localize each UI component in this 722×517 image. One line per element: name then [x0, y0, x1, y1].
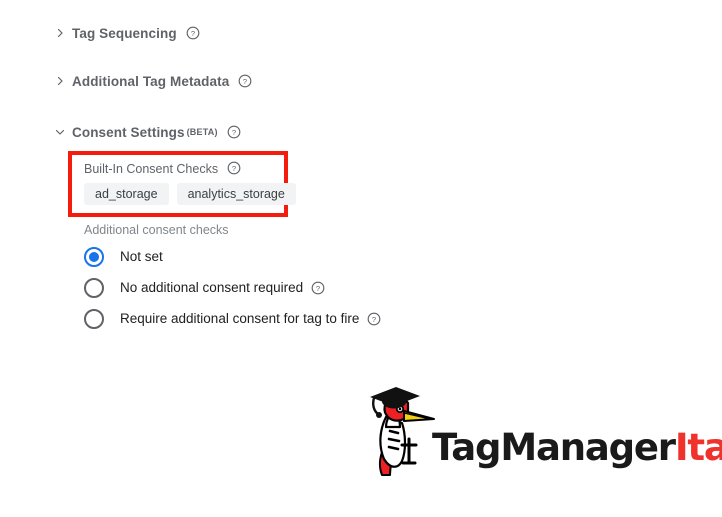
section-header-consent-settings[interactable]: Consent Settings (BETA) ?	[48, 121, 241, 143]
radio-option-no-additional-consent-required[interactable]: No additional consent required ?	[84, 272, 381, 303]
logo-text-italia: Italia	[674, 426, 722, 469]
section-title-consent-settings: Consent Settings	[72, 124, 185, 140]
additional-consent-checks-label: Additional consent checks	[84, 223, 229, 237]
builtin-consent-chip-list: ad_storage analytics_storage	[84, 183, 296, 205]
builtin-consent-checks-label: Built-In Consent Checks	[84, 162, 219, 176]
logo-wordmark: TagManagerItalia	[432, 429, 722, 466]
chevron-right-icon	[48, 27, 72, 39]
help-icon[interactable]: ?	[311, 281, 325, 295]
help-icon[interactable]: ?	[367, 312, 381, 326]
section-title-additional-tag-metadata: Additional Tag Metadata	[72, 73, 230, 89]
svg-text:?: ?	[243, 77, 247, 86]
radio-label-not-set: Not set	[120, 249, 163, 264]
builtin-consent-checks-label-group: Built-In Consent Checks ?	[84, 160, 241, 178]
radio-button-require-additional-consent[interactable]	[84, 308, 104, 329]
help-icon[interactable]: ?	[186, 26, 200, 40]
radio-button-not-set[interactable]	[84, 246, 104, 267]
woodpecker-graduate-icon	[362, 383, 438, 479]
svg-text:?: ?	[232, 164, 236, 173]
section-header-additional-tag-metadata[interactable]: Additional Tag Metadata ?	[48, 70, 252, 92]
svg-text:?: ?	[372, 314, 376, 323]
radio-label-require-additional-consent: Require additional consent for tag to fi…	[120, 311, 360, 326]
tagmanageritalia-logo: TagManagerItalia	[362, 383, 722, 479]
radio-option-require-additional-consent[interactable]: Require additional consent for tag to fi…	[84, 303, 381, 334]
svg-text:?: ?	[232, 128, 236, 137]
chevron-down-icon	[48, 126, 72, 138]
radio-button-no-additional-consent-required[interactable]	[84, 277, 104, 298]
chevron-right-icon	[48, 75, 72, 87]
help-icon[interactable]: ?	[227, 160, 241, 178]
help-icon[interactable]: ?	[227, 125, 241, 139]
help-icon[interactable]: ?	[238, 74, 252, 88]
svg-text:?: ?	[191, 29, 195, 38]
beta-badge: (BETA)	[186, 127, 218, 137]
logo-text-tagmanager: TagManager	[432, 426, 676, 469]
svg-text:?: ?	[316, 283, 320, 292]
radio-option-not-set[interactable]: Not set	[84, 241, 381, 272]
section-title-tag-sequencing: Tag Sequencing	[72, 25, 177, 41]
consent-chip-analytics-storage[interactable]: analytics_storage	[176, 183, 296, 205]
radio-label-no-additional-consent-required: No additional consent required	[120, 280, 304, 295]
additional-consent-radio-group: Not set No additional consent required ?…	[84, 241, 381, 334]
consent-chip-ad-storage[interactable]: ad_storage	[84, 183, 169, 205]
section-header-tag-sequencing[interactable]: Tag Sequencing ?	[48, 22, 200, 44]
